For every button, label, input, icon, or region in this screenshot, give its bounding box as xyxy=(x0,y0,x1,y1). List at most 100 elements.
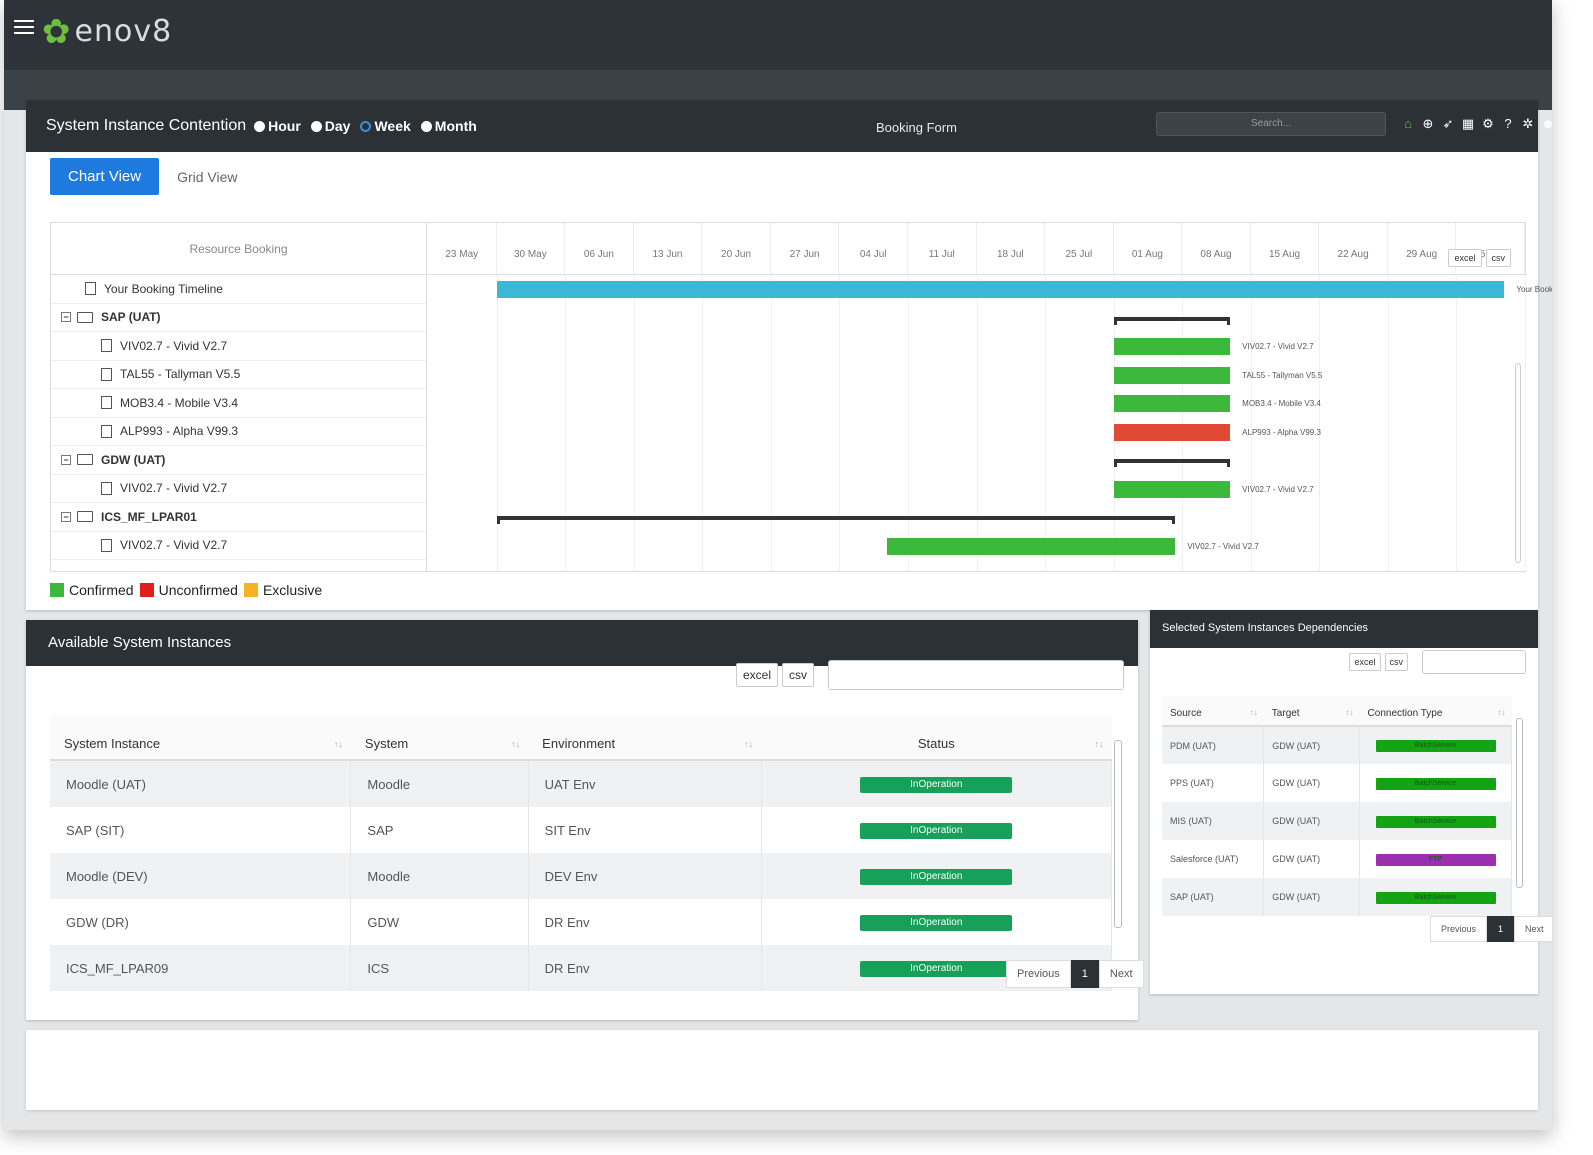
gantt-bar[interactable] xyxy=(1113,366,1231,384)
plus-circle-icon[interactable]: ⊕ xyxy=(1418,116,1438,132)
sort-icon[interactable]: ↑↓ xyxy=(1095,739,1104,749)
sort-icon[interactable]: ↑↓ xyxy=(511,739,520,749)
available-table-scrollbar[interactable] xyxy=(1114,740,1122,928)
gantt-bar[interactable] xyxy=(887,537,1176,555)
table-row[interactable]: Moodle (DEV) Moodle DEV Env InOperation xyxy=(50,853,1113,899)
deps-filter-input[interactable] xyxy=(1422,650,1526,674)
gantt-export-buttons: excel csv xyxy=(1444,249,1511,267)
tree-row[interactable]: Your Booking Timeline xyxy=(51,275,426,304)
table-row[interactable]: Moodle (UAT) Moodle UAT Env InOperation xyxy=(50,760,1113,807)
radio-label: Day xyxy=(324,118,351,134)
tree-row[interactable]: − SAP (UAT) xyxy=(51,304,426,332)
tree-row[interactable]: VIV02.7 - Vivid V2.7 xyxy=(51,332,426,361)
column-header[interactable]: Environment ↑↓ xyxy=(528,716,762,761)
gantt-bar[interactable] xyxy=(1113,395,1231,412)
rocket-icon[interactable]: ➶ xyxy=(1438,116,1458,132)
radio-dot[interactable] xyxy=(360,120,372,132)
gantt-bar[interactable] xyxy=(1113,423,1231,441)
deps-excel-button[interactable]: excel xyxy=(1349,653,1381,671)
grid-line xyxy=(1250,275,1252,571)
gantt-bar[interactable] xyxy=(496,281,1505,298)
status-badge: InOperation xyxy=(860,869,1013,885)
column-header[interactable]: System Instance ↑↓ xyxy=(50,716,351,761)
radio-hour[interactable]: Hour xyxy=(254,118,301,134)
tree-row[interactable]: VIV02.7 - Vivid V2.7 xyxy=(51,532,426,560)
home-icon[interactable]: ⌂ xyxy=(1398,116,1418,132)
column-header[interactable]: Source ↑↓ xyxy=(1162,696,1264,727)
available-prev-button[interactable]: Previous xyxy=(1006,960,1071,988)
collapse-icon[interactable]: − xyxy=(61,312,71,323)
table-row[interactable]: PPS (UAT) GDW (UAT) BatchService xyxy=(1162,764,1512,802)
deps-table-scrollbar[interactable] xyxy=(1516,718,1523,888)
collapse-icon[interactable]: − xyxy=(61,511,71,522)
column-header[interactable]: Connection Type ↑↓ xyxy=(1359,696,1512,727)
gantt-group-bracket[interactable] xyxy=(1113,316,1231,325)
gantt-scrollbar[interactable] xyxy=(1515,363,1521,563)
gantt-group-bracket[interactable] xyxy=(1113,459,1231,467)
gantt-bar[interactable] xyxy=(1113,338,1231,355)
column-header[interactable]: Target ↑↓ xyxy=(1263,696,1360,727)
hamburger-menu-icon[interactable] xyxy=(14,20,34,36)
gear-icon[interactable]: ✲ xyxy=(1518,116,1538,132)
gantt-group-bracket[interactable] xyxy=(496,516,1176,524)
user-icon[interactable]: ☻ xyxy=(1538,116,1552,132)
brand-logo[interactable]: ✿ enov8 xyxy=(42,14,172,49)
collapse-icon[interactable]: − xyxy=(61,454,71,465)
sort-icon[interactable]: ↑↓ xyxy=(1250,708,1258,717)
column-header-label: Target xyxy=(1271,708,1300,719)
gantt-excel-button[interactable]: excel xyxy=(1448,249,1482,267)
sort-icon[interactable]: ↑↓ xyxy=(1498,708,1506,717)
available-page-1[interactable]: 1 xyxy=(1070,960,1099,988)
available-filter-input[interactable] xyxy=(828,660,1124,690)
folder-icon xyxy=(77,511,93,523)
table-row[interactable]: ICS_MF_LPAR09 ICS DR Env InOperation xyxy=(50,945,1113,991)
available-next-button[interactable]: Next xyxy=(1098,960,1144,988)
gantt-bar[interactable] xyxy=(1113,480,1231,498)
sort-icon[interactable]: ↑↓ xyxy=(1346,708,1354,717)
gantt-csv-button[interactable]: csv xyxy=(1485,249,1511,267)
table-row[interactable]: GDW (DR) GDW DR Env InOperation xyxy=(50,899,1113,945)
sort-icon[interactable]: ↑↓ xyxy=(334,739,343,749)
table-row[interactable]: SAP (SIT) SAP SIT Env InOperation xyxy=(50,807,1113,853)
gantt-bar-label: VIV02.7 - Vivid V2.7 xyxy=(1242,484,1314,494)
gantt-bar-label: Your Booking Timelin xyxy=(1516,285,1552,294)
radio-dot[interactable] xyxy=(420,120,432,132)
table-row[interactable]: MIS (UAT) GDW (UAT) BatchService xyxy=(1162,802,1512,840)
tree-row[interactable]: ALP993 - Alpha V99.3 xyxy=(51,418,426,446)
header-icon-bar: ⌂ ⊕ ➶ ▦ ⚙ ? ✲ ☻ xyxy=(1398,116,1552,132)
radio-dot[interactable] xyxy=(254,120,266,132)
radio-dot[interactable] xyxy=(310,120,322,132)
grid-line xyxy=(1319,275,1321,571)
available-csv-button[interactable]: csv xyxy=(782,663,814,687)
tree-row[interactable]: VIV02.7 - Vivid V2.7 xyxy=(51,475,426,503)
search-input[interactable]: Search... xyxy=(1156,112,1386,136)
tree-row[interactable]: MOB3.4 - Mobile V3.4 xyxy=(51,389,426,418)
cell-system: SAP xyxy=(350,807,529,853)
tab-chart-view[interactable]: Chart View xyxy=(50,158,160,195)
cell-target: GDW (UAT) xyxy=(1263,840,1361,878)
available-tools: excel csv xyxy=(732,660,1124,690)
column-header[interactable]: System ↑↓ xyxy=(350,716,529,761)
table-row[interactable]: SAP (UAT) GDW (UAT) BatchService xyxy=(1162,878,1512,916)
bug-icon[interactable]: ⚙ xyxy=(1478,116,1498,132)
table-row[interactable]: Salesforce (UAT) GDW (UAT) FTP xyxy=(1162,840,1512,878)
deps-next-button[interactable]: Next xyxy=(1514,916,1552,942)
deps-csv-button[interactable]: csv xyxy=(1384,653,1408,671)
calendar-icon[interactable]: ▦ xyxy=(1458,116,1478,132)
column-header[interactable]: Status ↑↓ xyxy=(761,716,1112,761)
radio-day[interactable]: Day xyxy=(310,118,351,134)
status-badge: InOperation xyxy=(860,915,1013,931)
booking-form-link[interactable]: Booking Form xyxy=(876,120,957,135)
table-row[interactable]: PDM (UAT) GDW (UAT) BatchService xyxy=(1162,726,1512,764)
deps-page-1[interactable]: 1 xyxy=(1487,916,1515,942)
sort-icon[interactable]: ↑↓ xyxy=(744,739,753,749)
radio-week[interactable]: Week xyxy=(360,118,411,134)
tree-row[interactable]: − GDW (UAT) xyxy=(51,446,426,475)
tab-grid-view[interactable]: Grid View xyxy=(159,159,255,195)
radio-month[interactable]: Month xyxy=(420,118,477,134)
tree-row[interactable]: TAL55 - Tallyman V5.5 xyxy=(51,361,426,389)
deps-prev-button[interactable]: Previous xyxy=(1430,916,1488,942)
tree-row[interactable]: − ICS_MF_LPAR01 xyxy=(51,503,426,532)
help-icon[interactable]: ? xyxy=(1498,116,1518,132)
available-excel-button[interactable]: excel xyxy=(735,663,778,687)
